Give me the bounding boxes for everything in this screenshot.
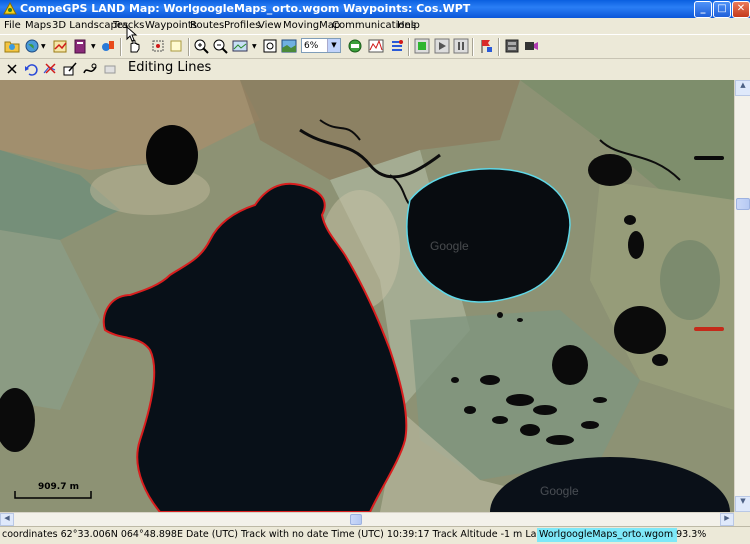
route-icon[interactable]: [504, 38, 520, 54]
app-icon: [3, 2, 17, 15]
open-track-icon[interactable]: [52, 38, 68, 54]
title-bar[interactable]: CompeGPS LAND Map: WorlgoogleMaps_orto.w…: [0, 0, 750, 18]
toolbar-separator: [498, 38, 500, 56]
scroll-right-button[interactable]: ▶: [720, 513, 734, 526]
chevron-down-icon[interactable]: ▼: [327, 39, 340, 52]
scroll-down-button[interactable]: ▼: [735, 496, 750, 512]
dropdown-arrow-icon[interactable]: ▼: [91, 43, 96, 50]
toolbar-separator: [120, 38, 122, 56]
profile-chart-icon[interactable]: [368, 38, 384, 54]
toolbar-separator: [408, 38, 410, 56]
editing-mode-label: Editing Lines: [128, 60, 212, 75]
map-canvas[interactable]: Google Google 909.7 m: [0, 80, 734, 512]
menu-help[interactable]: Help: [397, 20, 420, 31]
delete-point-icon[interactable]: [42, 61, 58, 77]
menu-file[interactable]: File: [4, 20, 21, 31]
note-icon[interactable]: [168, 38, 184, 54]
satellite-map[interactable]: Google Google: [0, 80, 734, 512]
mouse-cursor-icon: [126, 26, 138, 42]
zoom-combo-value: 6%: [304, 41, 319, 51]
film-icon[interactable]: [523, 38, 539, 54]
waypoint-icon[interactable]: [100, 38, 116, 54]
undo-icon[interactable]: [23, 61, 39, 77]
track-marker[interactable]: [694, 156, 724, 160]
zoom-in-icon[interactable]: [193, 38, 209, 54]
flag-icon[interactable]: [478, 38, 494, 54]
horizontal-scroll-thumb[interactable]: [350, 514, 362, 525]
satellite-icon[interactable]: [281, 38, 297, 54]
scroll-corner: [734, 512, 750, 526]
edit-points-icon[interactable]: [62, 61, 78, 77]
map-view-icon[interactable]: [232, 38, 248, 54]
menu-view[interactable]: View: [258, 20, 282, 31]
map-loading-progress: WorlgoogleMaps_orto.wgom 93.3%: [537, 528, 707, 542]
scale-ruler: [14, 491, 92, 499]
zoom-out-icon[interactable]: [212, 38, 228, 54]
dropdown-arrow-icon[interactable]: ▼: [252, 43, 257, 50]
scroll-left-button[interactable]: ◀: [0, 513, 14, 526]
menu-profiles[interactable]: Profiles: [224, 20, 260, 31]
svg-text:Google: Google: [540, 484, 579, 498]
toolbar-separator: [472, 38, 474, 56]
globe-icon[interactable]: [24, 38, 40, 54]
zoom-box-icon[interactable]: [262, 38, 278, 54]
maximize-button[interactable]: □: [713, 1, 731, 18]
close-icon[interactable]: [4, 61, 20, 77]
minimize-button[interactable]: _: [694, 1, 712, 18]
pause-icon[interactable]: [453, 38, 469, 54]
open-folder-icon[interactable]: [4, 38, 20, 54]
horizontal-scrollbar[interactable]: ◀ ▶: [0, 512, 734, 527]
toolbar-separator: [188, 38, 190, 56]
layers-icon[interactable]: [347, 38, 363, 54]
status-coordinates: coordinates 62°33.006N 064°48.898E Date …: [2, 529, 625, 540]
eraser-icon[interactable]: [102, 61, 118, 77]
track-marker[interactable]: [694, 327, 724, 331]
close-button[interactable]: ✕: [732, 1, 750, 18]
book-icon[interactable]: [72, 38, 88, 54]
window-title: CompeGPS LAND Map: WorlgoogleMaps_orto.w…: [20, 2, 471, 15]
vertical-scrollbar[interactable]: ▲ ▼: [734, 80, 750, 512]
svg-text:Google: Google: [430, 239, 469, 253]
smooth-icon[interactable]: [82, 61, 98, 77]
zoom-combo[interactable]: 6% ▼: [301, 38, 341, 53]
waypoint-list-icon[interactable]: [389, 38, 405, 54]
play-icon[interactable]: [434, 38, 450, 54]
scroll-up-button[interactable]: ▲: [735, 80, 750, 96]
select-icon[interactable]: [150, 38, 166, 54]
editing-toolbar: Editing Lines: [0, 58, 750, 80]
menu-bar: File Maps 3D Landscapes Tracks Waypoints…: [0, 18, 750, 34]
status-bar: coordinates 62°33.006N 064°48.898E Date …: [0, 526, 750, 544]
gps-green-icon[interactable]: [414, 38, 430, 54]
vertical-scroll-thumb[interactable]: [736, 198, 750, 210]
menu-routes[interactable]: Routes: [190, 20, 224, 31]
menu-maps[interactable]: Maps: [25, 20, 51, 31]
dropdown-arrow-icon[interactable]: ▼: [41, 43, 46, 50]
main-toolbar: ▼ ▼ ▼ 6% ▼: [0, 34, 750, 59]
